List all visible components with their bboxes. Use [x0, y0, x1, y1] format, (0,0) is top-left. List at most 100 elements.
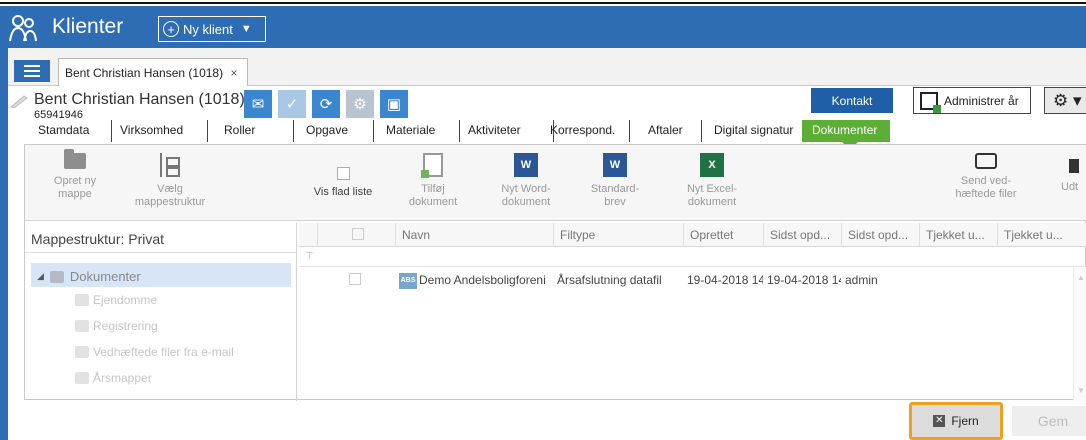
tree-item-vedhaeftede[interactable]: Vedhæftede filer fra e-mail — [75, 345, 234, 359]
word-icon: W — [514, 153, 538, 177]
tab-stamdata[interactable]: Stamdata — [38, 120, 112, 142]
add-document-label-2: dokument — [408, 196, 458, 208]
choose-structure-label-2: mappestruktur — [134, 196, 206, 208]
folder-icon — [75, 294, 89, 306]
quick-actions: ✉ ✓ ⟳ ⚙ ▣ — [244, 90, 408, 118]
tab-aftaler[interactable]: Aftaler — [648, 120, 702, 142]
documents-panel: Opret ny mappe Vælg mappestruktur Vis fl… — [24, 144, 1086, 401]
grid-col-tjekket-1[interactable]: Tjekket u... — [919, 223, 997, 247]
grid-filter-row[interactable]: ⊤ — [299, 247, 1086, 267]
checkmark-icon[interactable]: ✓ — [278, 90, 306, 118]
folder-icon — [75, 320, 89, 332]
documents-ribbon: Opret ny mappe Vælg mappestruktur Vis fl… — [25, 145, 1086, 221]
cell-navn: ABS Demo Andelsboligforeni — [395, 269, 553, 291]
dropdown-caret-icon: ▼ — [240, 23, 252, 35]
grid-scrollbar[interactable]: ▲ ▼ — [1073, 267, 1086, 401]
new-word-button[interactable]: W Nyt Word- dokument — [493, 153, 559, 209]
client-name: Bent Christian Hansen (1018) — [34, 91, 245, 108]
save-button[interactable]: Gem — [1012, 406, 1086, 436]
tree-item-dokumenter[interactable]: ◢ Dokumenter — [31, 263, 291, 287]
letter-word-icon: W — [603, 153, 627, 177]
row-checkbox[interactable] — [349, 273, 361, 285]
plus-icon: + — [163, 21, 179, 37]
grid-col-filtype[interactable]: Filtype — [553, 223, 683, 247]
box-icon[interactable]: ▣ — [380, 90, 408, 118]
new-folder-button[interactable]: Opret ny mappe — [45, 149, 105, 201]
tab-opgave[interactable]: Opgave — [306, 120, 374, 142]
grid-col-navn[interactable]: Navn — [395, 223, 553, 247]
new-excel-button[interactable]: X Nyt Excel- dokument — [675, 153, 749, 209]
tree-item-ejendomme[interactable]: Ejendomme — [75, 293, 157, 307]
tab-virksomhed[interactable]: Virksomhed — [120, 120, 208, 142]
settings-doc-icon[interactable]: ⚙ — [346, 90, 374, 118]
scroll-down-icon[interactable]: ▼ — [1077, 386, 1085, 395]
tab-digital-signatur[interactable]: Digital signatur — [714, 120, 804, 142]
tree-item-label: Vedhæftede filer fra e-mail — [93, 345, 234, 359]
choose-structure-label-1: Vælg — [157, 183, 183, 195]
people-logo-icon — [9, 15, 37, 42]
abs-file-icon: ABS — [399, 273, 417, 289]
new-folder-label-1: Opret ny — [53, 175, 97, 187]
standard-letter-button[interactable]: W Standard- brev — [585, 153, 645, 209]
mail-attachment-icon — [975, 153, 997, 169]
grid-col-indicator — [299, 223, 317, 247]
cell-sidst-opd-af: admin — [845, 273, 878, 287]
expand-triangle-icon[interactable]: ◢ — [37, 271, 44, 282]
client-area: Bent Christian Hansen (1018) 65941946 ✉ … — [8, 86, 1086, 440]
grid-col-select[interactable] — [317, 223, 395, 247]
cell-filtype: Årsafslutning datafil — [557, 273, 662, 287]
sync-icon[interactable]: ⟳ — [312, 90, 340, 118]
tree-item-label: Ejendomme — [93, 293, 158, 307]
folder-icon — [75, 372, 89, 384]
top-border — [0, 0, 1086, 4]
new-client-button[interactable]: + Ny klient ▼ — [158, 16, 266, 42]
grid-col-sidst-opd-2[interactable]: Sidst opd... — [841, 223, 919, 247]
cell-sidst-opd: 19-04-2018 14 — [767, 273, 841, 287]
tab-korrespond[interactable]: Korrespond. — [550, 120, 630, 142]
export-button[interactable]: Udt — [1061, 153, 1086, 194]
folder-icon — [49, 270, 64, 283]
flat-list-toggle[interactable]: Vis flad liste — [305, 167, 381, 199]
tree-item-label: Årsmapper — [93, 371, 152, 385]
grid-col-tjekket-2[interactable]: Tjekket u... — [997, 223, 1075, 247]
manage-year-button[interactable]: Administrer år — [913, 87, 1031, 114]
client-tab[interactable]: Bent Christian Hansen (1018) × — [58, 58, 248, 87]
gear-icon[interactable]: ⚙ ▾ — [1044, 87, 1086, 114]
hamburger-menu-button[interactable] — [14, 60, 50, 82]
add-document-button[interactable]: Tilføj dokument — [403, 153, 463, 209]
row-select[interactable] — [317, 269, 395, 291]
pencil-icon — [10, 95, 28, 108]
add-document-label-1: Tilføj — [421, 183, 445, 195]
tab-roller[interactable]: Roller — [224, 120, 294, 142]
choose-structure-button[interactable]: Vælg mappestruktur — [127, 153, 213, 209]
grid-col-oprettet[interactable]: Oprettet — [683, 223, 763, 247]
select-all-checkbox[interactable] — [352, 228, 364, 240]
calendar-icon — [920, 91, 941, 113]
grid-col-sidst-opd-1[interactable]: Sidst opd... — [763, 223, 841, 247]
tab-materiale[interactable]: Materiale — [386, 120, 460, 142]
new-folder-label-2: mappe — [58, 188, 92, 200]
tab-dokumenter[interactable]: Dokumenter — [802, 120, 890, 150]
table-row[interactable]: ABS Demo Andelsboligforeni Årsafslutning … — [299, 269, 1086, 291]
document-tabstrip: Bent Christian Hansen (1018) × — [8, 48, 1086, 87]
folder-structure-header: Mappestruktur: Privat — [25, 223, 296, 253]
send-attachments-button[interactable]: Send ved- hæftede filer — [945, 153, 1027, 201]
scroll-up-icon[interactable]: ▲ — [1077, 273, 1085, 282]
send-attachments-label-1: Send ved- — [960, 175, 1012, 187]
folder-tree-icon — [160, 153, 180, 177]
contact-button[interactable]: Kontakt — [811, 88, 893, 113]
tab-aktiviteter[interactable]: Aktiviteter — [468, 120, 554, 142]
email-icon[interactable]: ✉ — [244, 90, 272, 118]
tree-item-aarsmapper[interactable]: Årsmapper — [75, 371, 152, 385]
documents-grid: Navn Filtype Oprettet Sidst opd... Sidst… — [299, 223, 1086, 401]
send-attachments-label-2: hæftede filer — [955, 188, 1017, 200]
app-title: Klienter — [52, 15, 124, 38]
remove-button[interactable]: ✕ Fjern — [909, 402, 1003, 440]
export-icon — [1069, 159, 1079, 173]
close-tab-icon[interactable]: × — [230, 66, 237, 80]
grid-header: Navn Filtype Oprettet Sidst opd... Sidst… — [299, 223, 1086, 247]
add-document-icon — [421, 153, 443, 178]
flat-list-checkbox[interactable] — [336, 167, 350, 180]
tree-item-registrering[interactable]: Registrering — [75, 319, 158, 333]
new-excel-label-2: dokument — [687, 196, 737, 208]
